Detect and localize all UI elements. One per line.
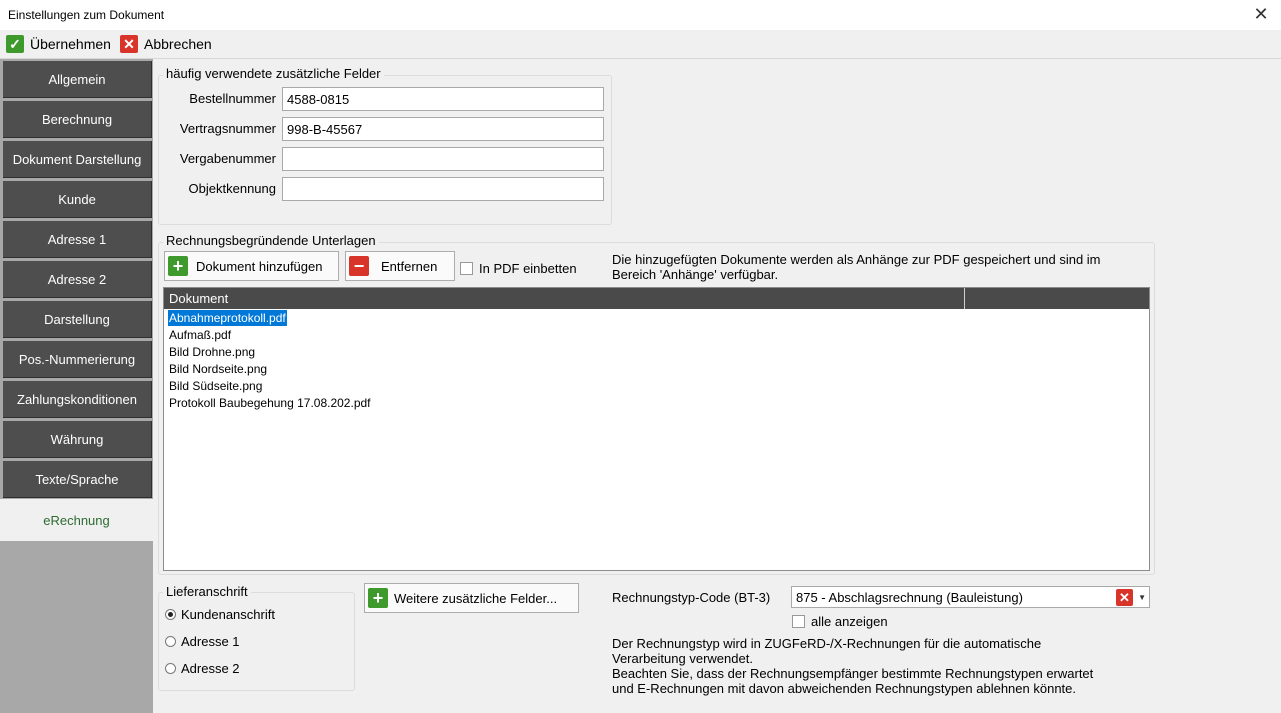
sidebar-item-erechnung[interactable]: eRechnung (0, 499, 153, 541)
sidebar-item-adresse-1[interactable]: Adresse 1 (3, 221, 152, 258)
check-icon: ✓ (6, 35, 24, 53)
objektkennung-label: Objektkennung (188, 181, 276, 196)
table-row[interactable]: Aufmaß.pdf (168, 327, 232, 343)
documents-info-line-1: Die hinzugefügten Dokumente werden als A… (612, 252, 1101, 267)
clear-icon[interactable]: ✕ (1116, 589, 1133, 606)
sidebar: Allgemein Berechnung Dokument Darstellun… (0, 59, 153, 713)
table-row[interactable]: Abnahmeprotokoll.pdf (167, 309, 288, 327)
bestellnummer-label: Bestellnummer (189, 91, 276, 106)
cancel-label: Abbrechen (144, 36, 212, 52)
sidebar-item-pos-nummerierung[interactable]: Pos.-Nummerierung (3, 341, 152, 378)
table-row[interactable]: Protokoll Baubegehung 17.08.202.pdf (168, 395, 372, 411)
invoice-type-value: 875 - Abschlagsrechnung (Bauleistung) (796, 590, 1023, 605)
table-row[interactable]: Bild Drohne.png (168, 344, 256, 360)
column-header-dokument[interactable]: Dokument (164, 288, 965, 309)
documents-table[interactable]: Dokument Abnahmeprotokoll.pdf Aufmaß.pdf… (163, 287, 1150, 571)
sidebar-item-waehrung[interactable]: Währung (3, 421, 152, 458)
plus-icon: + (168, 256, 188, 276)
kundenanschrift-radio[interactable] (165, 609, 176, 620)
show-all-label: alle anzeigen (811, 614, 888, 629)
remove-document-label: Entfernen (381, 258, 438, 274)
sidebar-item-adresse-2[interactable]: Adresse 2 (3, 261, 152, 298)
invoice-type-label: Rechnungstyp-Code (BT-3) (612, 590, 771, 605)
sidebar-item-zahlungskonditionen[interactable]: Zahlungskonditionen (3, 381, 152, 418)
close-icon[interactable]: ✕ (1251, 4, 1271, 25)
table-row[interactable]: Bild Nordseite.png (168, 361, 268, 377)
objektkennung-field[interactable] (282, 177, 604, 201)
table-row[interactable]: Bild Südseite.png (168, 378, 263, 394)
delivery-group-title: Lieferanschrift (163, 584, 251, 599)
adresse-1-label: Adresse 1 (181, 634, 240, 649)
table-header: Dokument (164, 288, 1149, 309)
vergabenummer-field[interactable] (282, 147, 604, 171)
vertragsnummer-label: Vertragsnummer (179, 121, 276, 136)
more-fields-label: Weitere zusätzliche Felder... (394, 590, 558, 606)
invoice-info-line-2: Verarbeitung verwendet. (612, 651, 753, 666)
toolbar: ✓ Übernehmen ✕ Abbrechen (0, 30, 1281, 58)
show-all-checkbox[interactable] (792, 615, 805, 628)
adresse-1-radio[interactable] (165, 636, 176, 647)
sidebar-item-kunde[interactable]: Kunde (3, 181, 152, 218)
embed-pdf-label: In PDF einbetten (479, 261, 577, 276)
bestellnummer-field[interactable] (282, 87, 604, 111)
documents-info-line-2: Bereich 'Anhänge' verfügbar. (612, 267, 779, 282)
sidebar-item-allgemein[interactable]: Allgemein (3, 61, 152, 98)
more-fields-button[interactable]: + Weitere zusätzliche Felder... (364, 583, 579, 613)
x-icon: ✕ (120, 35, 138, 53)
invoice-type-select[interactable]: 875 - Abschlagsrechnung (Bauleistung) ✕ … (791, 586, 1150, 608)
documents-group-title: Rechnungsbegründende Unterlagen (163, 233, 379, 248)
minus-icon: − (349, 256, 369, 276)
invoice-info-line-1: Der Rechnungstyp wird in ZUGFeRD-/X-Rech… (612, 636, 1042, 651)
cancel-button[interactable]: ✕ Abbrechen (120, 34, 212, 54)
adresse-2-label: Adresse 2 (181, 661, 240, 676)
apply-label: Übernehmen (30, 36, 111, 52)
invoice-info-line-3: Beachten Sie, dass der Rechnungsempfänge… (612, 666, 1094, 681)
add-document-button[interactable]: + Dokument hinzufügen (164, 251, 339, 281)
plus-icon: + (368, 588, 388, 608)
title-bar: Einstellungen zum Dokument ✕ (0, 0, 1281, 30)
chevron-down-icon[interactable]: ▼ (1138, 593, 1146, 602)
vergabenummer-label: Vergabenummer (179, 151, 276, 166)
invoice-info-line-4: und E-Rechnungen mit davon abweichenden … (612, 681, 1077, 696)
remove-document-button[interactable]: − Entfernen (345, 251, 455, 281)
sidebar-item-dokument-darstellung[interactable]: Dokument Darstellung (3, 141, 152, 178)
sidebar-item-darstellung[interactable]: Darstellung (3, 301, 152, 338)
vertragsnummer-field[interactable] (282, 117, 604, 141)
adresse-2-radio[interactable] (165, 663, 176, 674)
apply-button[interactable]: ✓ Übernehmen (6, 34, 111, 54)
toolbar-divider (0, 58, 1281, 59)
sidebar-item-texte-sprache[interactable]: Texte/Sprache (3, 461, 152, 498)
kundenanschrift-label: Kundenanschrift (181, 607, 275, 622)
fields-group-title: häufig verwendete zusätzliche Felder (163, 66, 384, 81)
embed-pdf-checkbox[interactable] (460, 262, 473, 275)
add-document-label: Dokument hinzufügen (196, 258, 323, 274)
window-title: Einstellungen zum Dokument (8, 8, 165, 22)
sidebar-item-berechnung[interactable]: Berechnung (3, 101, 152, 138)
